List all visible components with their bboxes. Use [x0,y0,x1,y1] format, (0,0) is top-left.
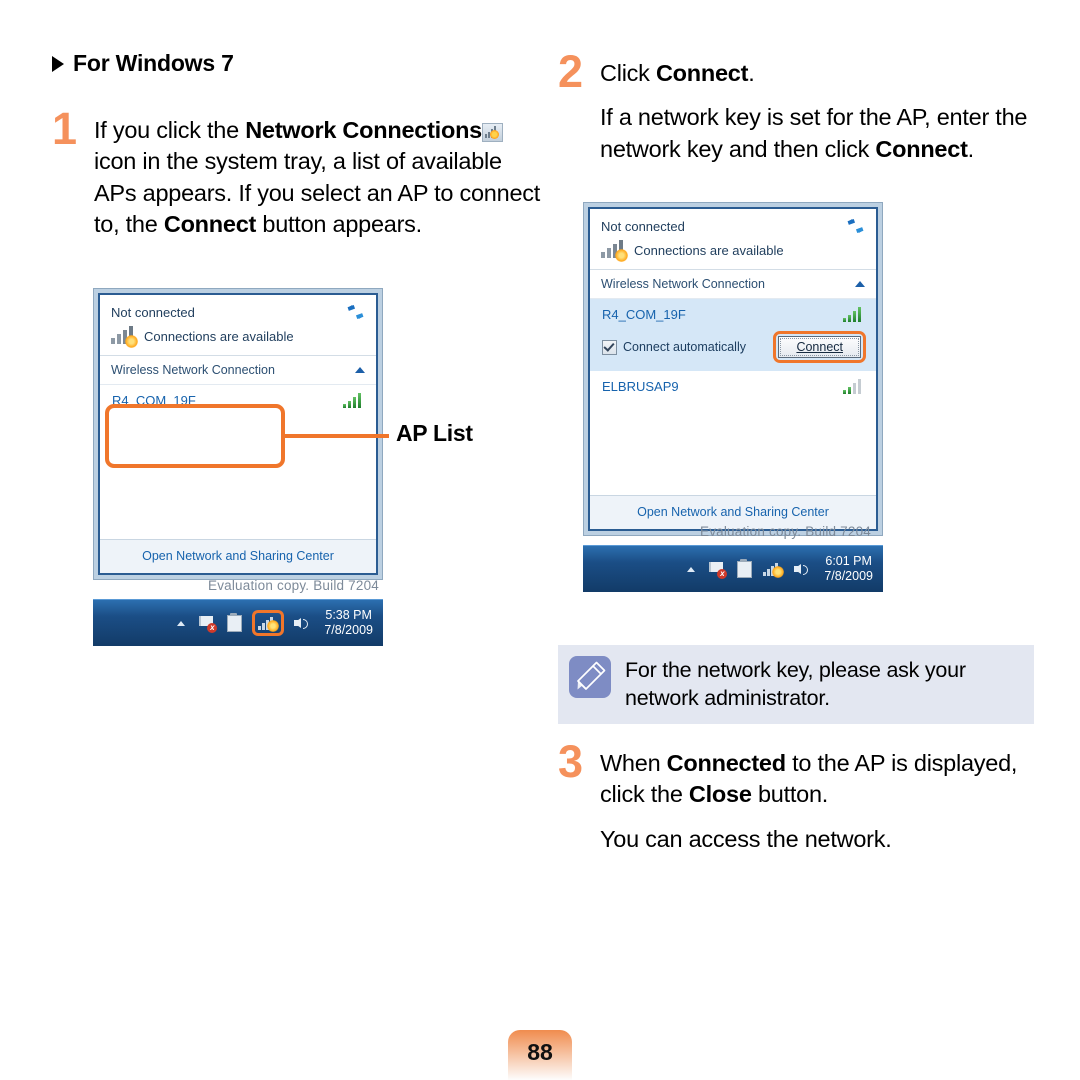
pencil-note-icon [569,656,611,698]
clock-time: 5:38 PM [325,607,372,622]
network-bars-alert-icon [601,240,628,262]
step-3: 3 When Connected to the AP is displayed,… [558,739,1038,855]
network-flyout-2-inner: Not connected Connections are available … [588,207,878,531]
ap-ssid: R4_COM_19F [602,306,686,322]
flyout-1-header-top: Not connected [111,304,365,320]
triangle-right-icon [52,55,64,72]
step-3-line-1: When Connected to the AP is displayed, c… [600,748,1038,811]
page-number: 88 [508,1030,572,1080]
step-1-bold-connect: Connect [163,210,257,237]
ap-list-item[interactable]: ELBRUSAP9 [590,371,876,401]
ap-list-1: R4_COM_19F [100,385,376,539]
ap-list-callout-line [285,434,389,438]
network-tray-icon[interactable] [257,614,280,632]
step-3-text-a: When [600,750,667,776]
tray-overflow-chevron-icon[interactable] [687,566,696,572]
ap-list-item[interactable]: R4_COM_19F [100,385,376,415]
volume-icon[interactable] [293,614,311,632]
step-1-number: 1 [52,103,77,154]
flag-alert-icon[interactable]: x [708,560,728,579]
connect-automatically-checkbox[interactable] [602,339,617,355]
note-text: For the network key, please ask your net… [625,658,966,710]
step-1-bold-network-connections: Network Connections [245,117,482,143]
wireless-section-label: Wireless Network Connection [111,363,275,377]
step-1-text: If you click the Network Connections ico… [94,115,542,240]
refresh-icon[interactable] [346,304,365,320]
signal-full-icon [843,306,865,322]
connection-status: Not connected [111,304,195,320]
step-2-text-b: . [748,60,755,86]
step-3-bold-connected: Connected [666,750,786,776]
clock-date: 7/8/2009 [324,623,373,637]
open-network-sharing-center-link-1[interactable]: Open Network and Sharing Center [100,539,376,573]
network-flyout-2: Not connected Connections are available … [583,202,883,536]
step-2: 2 Click Connect. If a network key is set… [558,49,1038,165]
left-column: For Windows 7 1 If you click the Network… [52,50,542,240]
clock-time: 6:01 PM [825,553,872,568]
step-2-text-d: . [967,135,975,162]
ap-ssid: R4_COM_19F [112,392,196,408]
action-center-icon[interactable] [735,559,753,578]
evaluation-watermark-2: Evaluation copy. Build 7204 [700,524,872,539]
refresh-icon[interactable] [846,218,865,234]
note-box: For the network key, please ask your net… [558,645,1034,725]
ap-ssid: ELBRUSAP9 [602,378,679,394]
ap-connect-row: Connect automatically Connect [590,329,876,371]
signal-weak-icon [843,378,865,394]
step-2-bold-connect: Connect [655,60,749,86]
network-tray-icon [482,123,503,142]
clock-date: 7/8/2009 [824,569,873,583]
step-3-line-2: You can access the network. [600,825,892,852]
right-column: 2 Click Connect. If a network key is set… [558,49,1038,165]
step-1: 1 If you click the Network Connections i… [52,106,542,240]
page-title: For Windows 7 [52,50,542,77]
wireless-section-header-1[interactable]: Wireless Network Connection [100,356,376,385]
network-tray-icon[interactable] [762,560,785,578]
connect-button-label: Connect [796,340,843,354]
chevron-up-icon[interactable] [355,367,365,373]
step-3-bold-close: Close [688,781,752,808]
flyout-2-header-top: Not connected [601,218,865,234]
flyout-1-header: Not connected Connections are available [100,295,376,356]
step-2-line-1: Click Connect. [600,58,1038,89]
connection-status: Not connected [601,218,685,234]
step-3-number: 3 [558,736,583,787]
connections-available-row: Connections are available [601,240,865,262]
wireless-section-label: Wireless Network Connection [601,277,765,291]
step-1-text-c: button appears. [256,210,422,237]
step-2-line-2: If a network key is set for the AP, ente… [600,102,1038,165]
step-2-text-a: Click [600,60,656,86]
step-3-text-c: button. [751,781,829,808]
connect-button[interactable]: Connect [778,336,861,358]
signal-full-icon [343,392,365,408]
connect-automatically-checkbox-wrap[interactable]: Connect automatically [602,339,746,355]
connect-automatically-label: Connect automatically [623,340,746,354]
connections-available-row: Connections are available [111,326,365,348]
flag-alert-icon[interactable]: x [198,614,218,633]
volume-icon[interactable] [793,560,811,578]
chevron-up-icon[interactable] [855,281,865,287]
wireless-section-header-2[interactable]: Wireless Network Connection [590,270,876,299]
ap-list-item-selected[interactable]: R4_COM_19F [590,299,876,329]
network-tray-icon-highlight[interactable] [252,610,285,636]
tray-overflow-chevron-icon[interactable] [177,620,186,626]
page-title-label: For Windows 7 [73,50,234,76]
right-column-lower: 3 When Connected to the AP is displayed,… [558,739,1038,855]
step-2-bold-connect-2: Connect [875,135,968,162]
action-center-icon[interactable] [225,613,243,632]
connections-available-label: Connections are available [144,328,294,344]
connect-button-highlight: Connect [773,331,866,363]
step-1-text-a: If you click the [94,117,246,143]
connections-available-label: Connections are available [634,242,784,258]
evaluation-watermark-1: Evaluation copy. Build 7204 [208,578,380,593]
taskbar-clock-2[interactable]: 6:01 PM 7/8/2009 [820,554,873,585]
network-bars-alert-icon [111,326,138,348]
flyout-2-header: Not connected Connections are available [590,209,876,270]
ap-list-2: R4_COM_19F Connect automatically Connect… [590,299,876,495]
taskbar-clock-1[interactable]: 5:38 PM 7/8/2009 [320,608,373,639]
step-2-number: 2 [558,46,583,97]
ap-list-callout-label: AP List [396,420,473,446]
taskbar-1: x 5:38 PM 7/8/2009 [93,599,383,646]
taskbar-2: x 6:01 PM 7/8/2009 [583,545,883,592]
